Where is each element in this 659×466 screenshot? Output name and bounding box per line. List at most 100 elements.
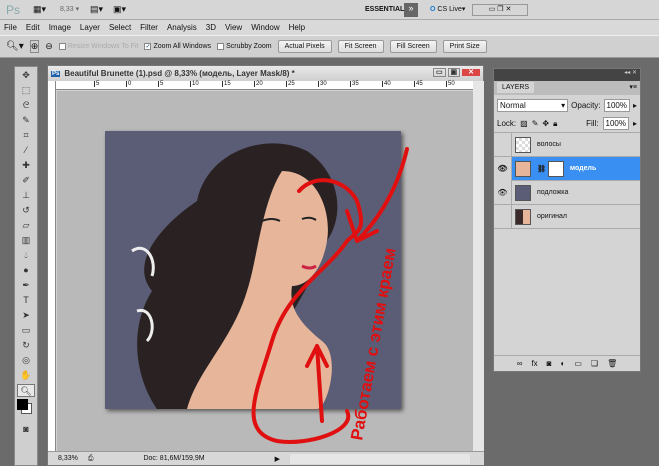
document-window-controls[interactable]: ▭ ▣ ✕ (432, 68, 480, 77)
hand-tool-icon[interactable]: ✋ (17, 369, 35, 382)
blend-mode-value: Normal (500, 100, 526, 110)
workspace-essentials[interactable]: ESSENTIALS (365, 6, 409, 13)
ruler-tick-label: 45 (414, 81, 423, 87)
menu-3d[interactable]: 3D (206, 23, 216, 32)
fill-screen-button[interactable]: Fill Screen (389, 40, 437, 53)
cs-live-label: CS Live (437, 6, 462, 13)
opacity-input[interactable]: 100% (603, 98, 630, 112)
fit-screen-button[interactable]: Fit Screen (337, 40, 384, 53)
lock-position-icon[interactable]: ✥ (542, 119, 549, 128)
layer-thumbnail (515, 184, 531, 201)
zoom-all-windows-checkbox[interactable]: ✓ Zoom All Windows (144, 43, 211, 50)
clone-stamp-icon[interactable]: ⊥ (17, 189, 35, 202)
blend-mode-dropdown[interactable]: Normal ▾ (497, 98, 569, 112)
menu-layer[interactable]: Layer (80, 23, 100, 32)
path-select-icon[interactable]: ➤ (17, 309, 35, 322)
visibility-toggle-off[interactable] (494, 204, 512, 229)
window-controls[interactable]: ▭ ❐ ✕ (472, 4, 528, 16)
ruler-tick-label: 30 (318, 81, 327, 87)
vertical-ruler (48, 81, 56, 451)
menu-select[interactable]: Select (109, 23, 131, 32)
menu-image[interactable]: Image (49, 23, 71, 32)
layer-row[interactable]: оригинал (494, 204, 640, 229)
lock-pixels-icon[interactable]: ✎ (532, 119, 539, 128)
crop-tool-icon[interactable]: ⌗ (17, 129, 35, 142)
menu-view[interactable]: View (225, 23, 242, 32)
layer-row-selected[interactable]: 👁︎ ⛓︎ модель (494, 156, 640, 181)
shape-tool-icon[interactable]: ▭ (17, 324, 35, 337)
healing-brush-icon[interactable]: ✚ (17, 159, 35, 172)
resize-windows-checkbox[interactable]: Resize Windows To Fit (58, 43, 138, 50)
menu-file[interactable]: File (4, 23, 17, 32)
scrubby-label: Scrubby Zoom (226, 43, 272, 50)
cs-live-button[interactable]: O CS Live▾ (430, 5, 465, 13)
color-swatches[interactable] (17, 399, 35, 421)
brush-tool-icon[interactable]: ✐ (17, 174, 35, 187)
new-layer-icon[interactable]: ❏ (591, 359, 598, 368)
zoom-level: 8,33 (60, 6, 74, 13)
layer-row[interactable]: волосы (494, 132, 640, 157)
lock-all-icon[interactable]: 🔒︎ (553, 119, 557, 129)
ruler-tick-label: 20 (254, 81, 263, 87)
visibility-toggle-off[interactable] (494, 132, 512, 157)
quick-select-tool-icon[interactable]: ✎ (17, 114, 35, 127)
3d-rotate-icon[interactable]: ↻ (17, 339, 35, 352)
tab-layers[interactable]: LAYERS (497, 82, 535, 93)
history-brush-icon[interactable]: ↺ (17, 204, 35, 217)
layer-mask-thumbnail[interactable] (547, 160, 564, 177)
status-menu-arrow[interactable]: ▶ (275, 455, 280, 463)
eye-icon[interactable]: 👁︎ (494, 156, 512, 181)
screen-mode-icon[interactable]: ▣▾ (113, 4, 126, 15)
adjustment-layer-icon[interactable]: ◐ (561, 359, 566, 368)
eraser-tool-icon[interactable]: ▱ (17, 219, 35, 232)
scrubby-zoom-checkbox[interactable]: Scrubby Zoom (217, 43, 272, 50)
move-tool-icon[interactable]: ✥ (17, 69, 35, 82)
fill-slider-arrow[interactable]: ▸ (633, 119, 637, 128)
menu-window[interactable]: Window (251, 23, 279, 32)
zoom-level-dropdown[interactable]: 8,33 ▾ (60, 5, 79, 13)
link-layers-icon[interactable]: ∞ (517, 359, 523, 368)
actual-pixels-button[interactable]: Actual Pixels (277, 40, 332, 53)
panel-menu-icon[interactable]: ▾≡ (629, 83, 637, 91)
zoom-percentage[interactable]: 8,33% (58, 455, 78, 462)
ruler-tick-label: 5 (94, 81, 100, 87)
menu-edit[interactable]: Edit (26, 23, 40, 32)
arrange-documents-icon[interactable]: ▤▾ (90, 4, 103, 15)
blur-tool-icon[interactable]: 💧︎ (17, 249, 35, 262)
marquee-tool-icon[interactable]: ⬚ (17, 84, 35, 97)
add-mask-icon[interactable]: ◙ (547, 359, 552, 368)
launch-bridge-icon[interactable]: ▦▾ (33, 4, 46, 15)
more-workspaces-button[interactable]: » (404, 3, 418, 17)
print-size-button[interactable]: Print Size (442, 40, 487, 53)
chain-link-icon[interactable]: ⛓︎ (537, 165, 546, 173)
zoom-out-icon[interactable]: ⊖ (45, 41, 53, 52)
quick-mask-icon[interactable]: ◙ (17, 423, 35, 436)
fill-input[interactable]: 100% (602, 117, 629, 130)
new-group-icon[interactable]: ▭ (574, 359, 582, 368)
dodge-tool-icon[interactable]: ● (17, 264, 35, 277)
horizontal-scrollbar[interactable] (289, 453, 470, 464)
eye-icon[interactable]: 👁︎ (494, 180, 512, 205)
foreground-color-swatch[interactable] (17, 399, 28, 410)
menu-filter[interactable]: Filter (140, 23, 158, 32)
panel-header[interactable]: ◂◂ ✕ (494, 69, 640, 81)
menu-analysis[interactable]: Analysis (167, 23, 197, 32)
eyedropper-tool-icon[interactable]: ⁄ (17, 144, 35, 157)
trash-icon[interactable]: 🗑︎ (607, 359, 617, 368)
type-tool-icon[interactable]: T (17, 294, 35, 307)
3d-camera-icon[interactable]: ◎ (17, 354, 35, 367)
lasso-tool-icon[interactable]: ᘓ (17, 99, 35, 112)
gradient-tool-icon[interactable]: ▥ (17, 234, 35, 247)
opacity-slider-arrow[interactable]: ▸ (633, 101, 637, 110)
layer-row[interactable]: 👁︎ подложка (494, 180, 640, 205)
zoom-tool-preset-icon[interactable]: 🔍︎▾ (6, 41, 24, 52)
blend-row: Normal ▾ Opacity: 100% ▸ (494, 95, 640, 115)
zoom-tool-icon[interactable]: 🔍︎ (17, 384, 35, 397)
vertical-scrollbar[interactable] (473, 81, 484, 451)
fx-icon[interactable]: fx (531, 359, 537, 368)
pen-tool-icon[interactable]: ✒ (17, 279, 35, 292)
menu-help[interactable]: Help (289, 23, 305, 32)
canvas-area[interactable]: Работаем с этим краем (57, 91, 473, 451)
zoom-in-icon[interactable]: ⊕ (29, 40, 40, 53)
lock-transparency-icon[interactable]: ▨ (520, 119, 528, 128)
